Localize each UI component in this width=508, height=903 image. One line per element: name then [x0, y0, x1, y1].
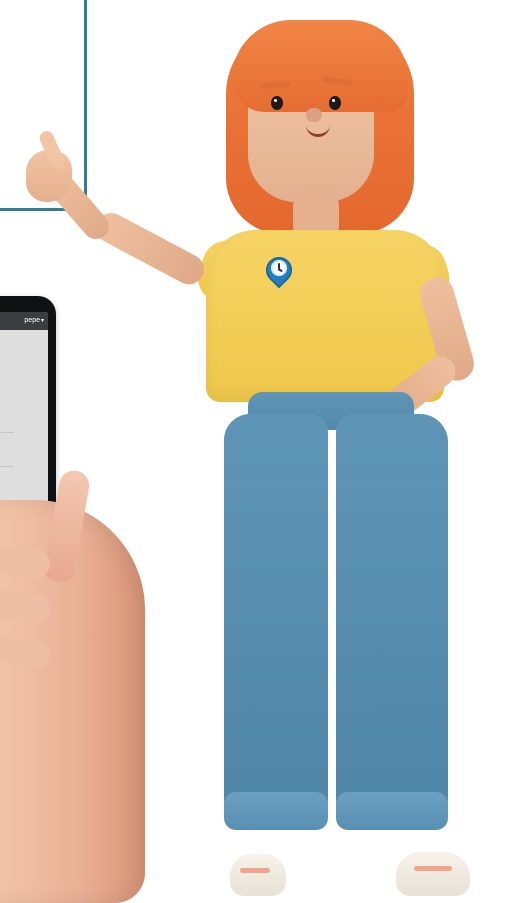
shoe-stripe	[414, 866, 452, 871]
nose	[306, 108, 322, 122]
clock-icon	[271, 260, 287, 276]
clock-pin-icon	[260, 251, 298, 297]
hair-bangs	[232, 20, 408, 112]
left-shoe	[230, 854, 286, 896]
left-pant-cuff	[224, 792, 328, 830]
left-upper-arm	[90, 207, 210, 290]
left-eye	[271, 96, 283, 110]
right-shoe	[396, 852, 470, 896]
left-pant-leg	[224, 414, 328, 828]
right-pant-leg	[336, 414, 448, 828]
stage: pepe▾	[0, 0, 508, 903]
right-pant-cuff	[336, 792, 448, 830]
shoe-stripe	[240, 868, 270, 873]
pants	[224, 392, 450, 830]
character	[0, 0, 508, 903]
right-eye	[329, 96, 341, 110]
